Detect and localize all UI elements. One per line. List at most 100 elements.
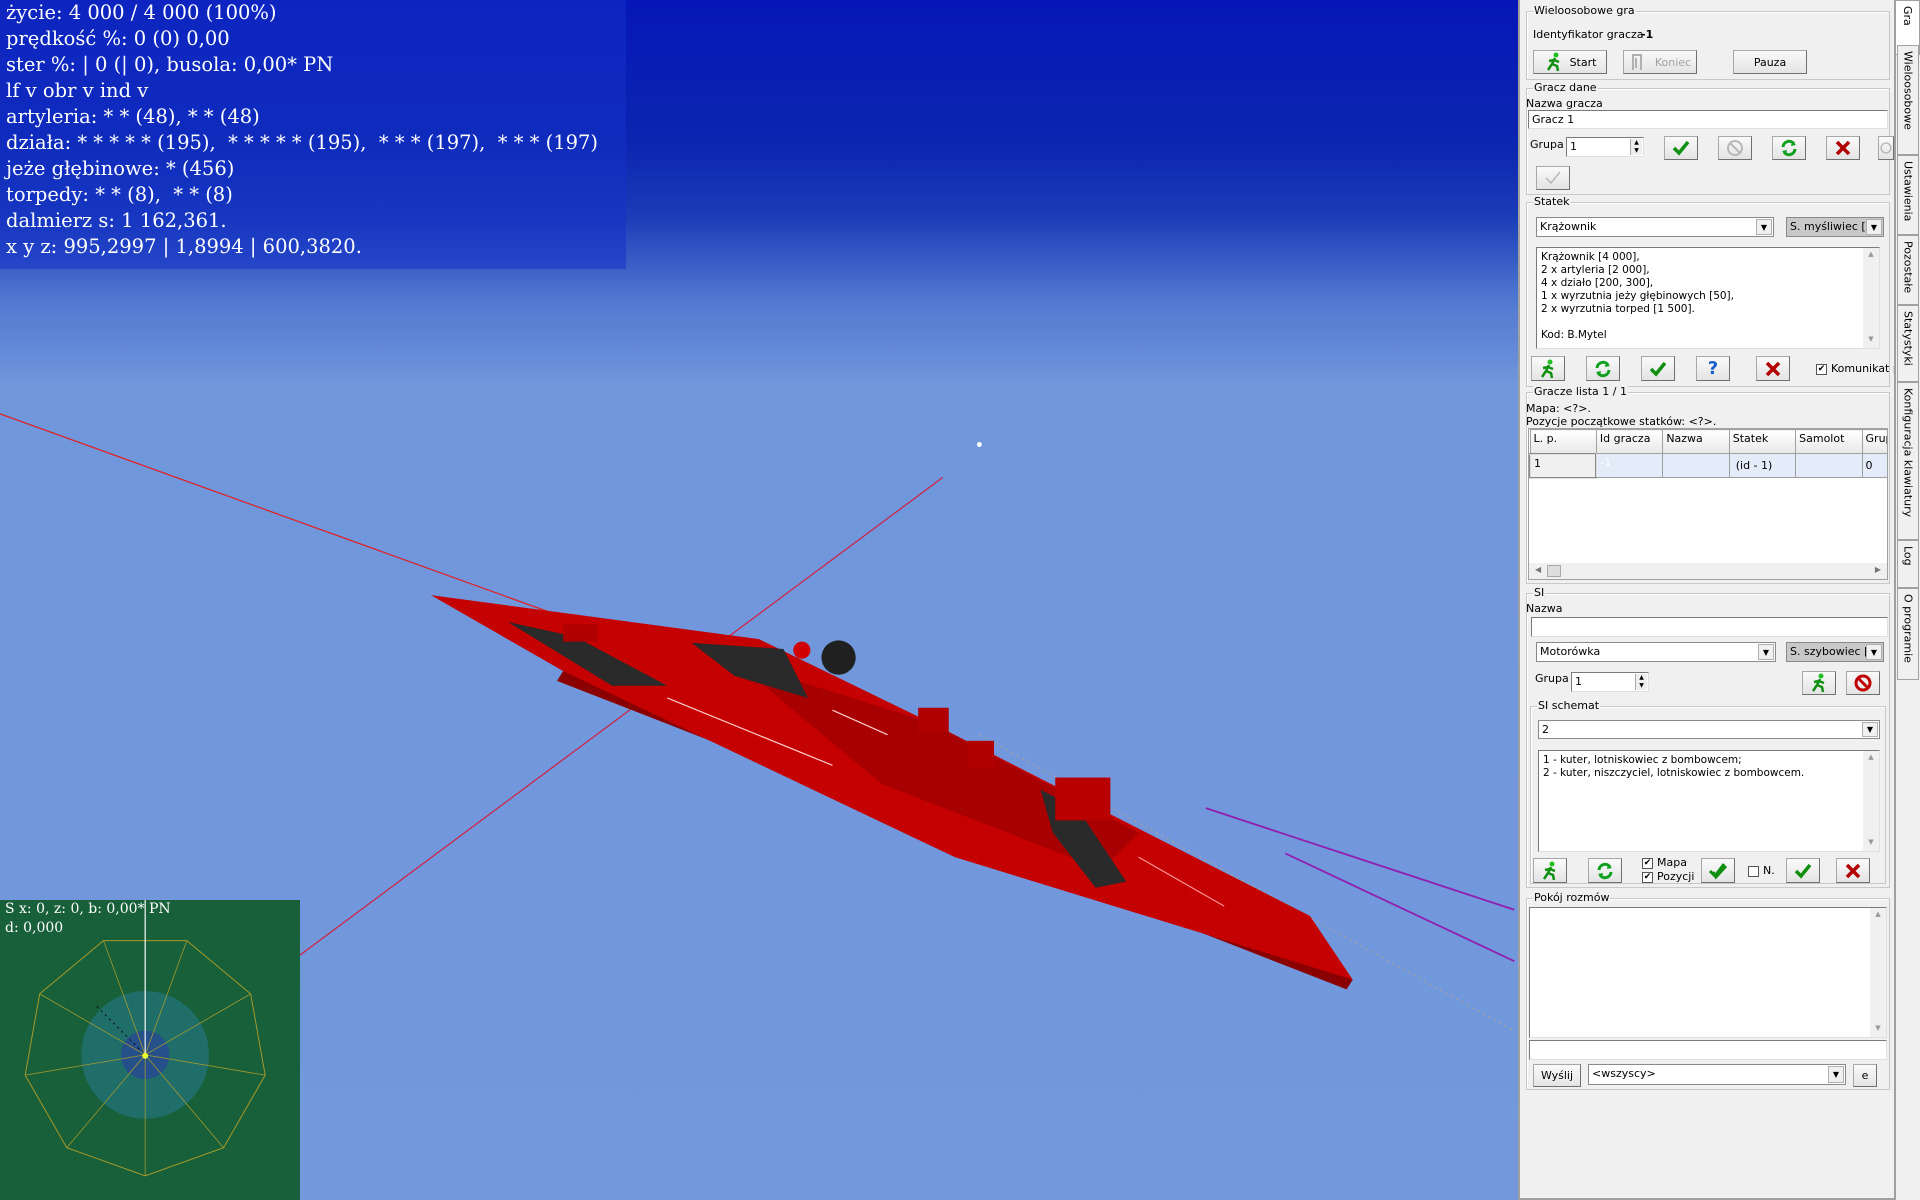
- ship-help-button[interactable]: ?: [1696, 356, 1730, 381]
- 3d-viewport[interactable]: życie: 4 000 / 4 000 (100%) prędkość %: …: [0, 0, 1518, 1200]
- table-cell: [1795, 453, 1863, 478]
- chevron-down-icon: ▼: [1828, 1066, 1844, 1083]
- vertical-scrollbar[interactable]: ▲ ▼: [1870, 908, 1886, 1037]
- recipient-select[interactable]: <wszyscy> ▼: [1588, 1064, 1846, 1085]
- horizontal-scrollbar[interactable]: ◀ ▶: [1529, 563, 1887, 579]
- ship-select[interactable]: Krążownik ▼: [1536, 217, 1774, 237]
- ai-block-button[interactable]: [1846, 671, 1880, 695]
- hud-artillery: artyleria: * * (48), * * (48): [6, 105, 260, 128]
- hud-rudder: ster %: | 0 (| 0), busola: 0,00* PN: [6, 53, 334, 76]
- refresh-button[interactable]: [1772, 136, 1806, 160]
- ship-select-value: Krążownik: [1540, 220, 1597, 233]
- players-table[interactable]: L. p. Id gracza Nazwa Statek Samolot Gru…: [1528, 428, 1888, 580]
- confirm-button[interactable]: [1664, 136, 1698, 160]
- tab-statistics[interactable]: Statystyki: [1897, 305, 1919, 382]
- message-checkbox[interactable]: ✔ Komunikat po: [1816, 362, 1894, 375]
- ai-plane-select[interactable]: S. szybowiec [sa ▼: [1786, 642, 1884, 662]
- checkbox-checked-icon: ✔: [1816, 363, 1827, 375]
- pause-button[interactable]: Pauza: [1733, 50, 1807, 74]
- chat-input[interactable]: [1529, 1040, 1887, 1060]
- ai-scheme-refresh-button[interactable]: [1588, 858, 1622, 883]
- ai-scheme-start-button[interactable]: [1533, 858, 1567, 883]
- disabled-block-button[interactable]: [1718, 136, 1752, 160]
- tab-log[interactable]: Log: [1897, 540, 1919, 588]
- ai-group-spinner[interactable]: 1 ▲ ▼: [1571, 672, 1649, 692]
- column-header[interactable]: Grupa: [1861, 429, 1887, 454]
- ai-scheme-select-value: 2: [1542, 723, 1549, 736]
- n-checkbox-label: N.: [1763, 864, 1775, 877]
- message-checkbox-label: Komunikat po: [1831, 362, 1894, 375]
- hud-flags: lf v obr v ind v: [6, 79, 149, 102]
- ai-scheme-description[interactable]: 1 - kuter, lotniskowiec z bombowcem; 2 -…: [1538, 750, 1880, 852]
- ai-scheme-select[interactable]: 2 ▼: [1538, 720, 1880, 739]
- start-label: Start: [1569, 55, 1597, 69]
- group-legend: SI: [1533, 586, 1546, 599]
- ai-name-input[interactable]: [1531, 617, 1888, 637]
- tab-multiplayer[interactable]: Wieloosobowe: [1897, 45, 1919, 155]
- question-icon: ?: [1707, 358, 1719, 379]
- tab-other[interactable]: Pozostałe: [1897, 235, 1919, 305]
- control-panel: Wieloosobowe gra Identyfikator gracza -1…: [1518, 0, 1896, 1200]
- ship-model: [430, 595, 1353, 990]
- hud-guns: działa: * * * * * (195), * * * * * (195)…: [6, 131, 599, 154]
- positions-checkbox[interactable]: ✔ Pozycji: [1642, 870, 1694, 883]
- ship-start-button[interactable]: [1531, 356, 1565, 381]
- tab-keyboard-config[interactable]: Konfiguracja klawiatury: [1897, 382, 1919, 540]
- column-header[interactable]: Samolot: [1795, 429, 1863, 454]
- group-legend: SI schemat: [1537, 699, 1601, 712]
- disabled-block-button-2[interactable]: [1878, 136, 1894, 160]
- end-button[interactable]: Koniec: [1623, 50, 1697, 74]
- chat-messages[interactable]: ▲ ▼: [1529, 907, 1887, 1038]
- vertical-scrollbar[interactable]: ▲ ▼: [1863, 248, 1879, 348]
- scrollbar-thumb[interactable]: [1547, 565, 1561, 577]
- column-header[interactable]: L. p.: [1529, 429, 1597, 454]
- ship-confirm-button[interactable]: [1641, 356, 1675, 381]
- refresh-icon: [1595, 360, 1611, 377]
- exit-door-icon: [1631, 54, 1642, 70]
- column-header[interactable]: Nazwa: [1662, 429, 1730, 454]
- delete-button[interactable]: [1826, 136, 1860, 160]
- vertical-scrollbar[interactable]: ▲ ▼: [1863, 751, 1879, 851]
- group-legend: Statek: [1533, 195, 1571, 208]
- disabled-circle-icon: [1727, 140, 1743, 156]
- end-label: Koniec: [1654, 55, 1692, 69]
- radar-graphics: [24, 900, 266, 1177]
- ai-scheme-delete-button[interactable]: [1836, 858, 1870, 883]
- hud-speed: prędkość %: 0 (0) 0,00: [6, 27, 230, 50]
- ai-scheme-confirm-button[interactable]: [1786, 858, 1820, 883]
- plane-select[interactable]: S. myśliwiec [sa ▼: [1786, 217, 1884, 237]
- group-spinner[interactable]: 1 ▲ ▼: [1566, 137, 1644, 157]
- table-row[interactable]: 1 -1 (id - 1) 0: [1529, 452, 1887, 479]
- spinner-arrows-icon[interactable]: ▲ ▼: [1630, 139, 1642, 155]
- ship-delete-button[interactable]: [1756, 356, 1790, 381]
- spinner-arrows-icon[interactable]: ▲ ▼: [1635, 674, 1647, 690]
- positions-checkbox-label: Pozycji: [1657, 870, 1694, 883]
- double-check-icon: [1708, 862, 1728, 880]
- running-man-icon: [1546, 52, 1560, 72]
- column-header[interactable]: Statek: [1728, 429, 1797, 454]
- table-cell: -1: [1595, 453, 1664, 478]
- minimap[interactable]: S x: 0, z: 0, b: 0,00* PN d: 0,000: [0, 900, 300, 1200]
- tab-settings[interactable]: Ustawienia: [1897, 155, 1919, 235]
- check-icon: [1649, 361, 1667, 377]
- disabled-accept-button[interactable]: [1536, 166, 1570, 190]
- ai-scheme-apply-all-button[interactable]: [1701, 858, 1735, 883]
- ai-ship-select[interactable]: Motorówka ▼: [1536, 642, 1776, 662]
- hud-depth-charges: jeże głębinowe: * (456): [6, 157, 235, 180]
- e-button[interactable]: e: [1853, 1064, 1877, 1087]
- n-checkbox[interactable]: N.: [1748, 864, 1775, 877]
- tab-about[interactable]: O programie: [1897, 588, 1919, 680]
- ship-refresh-button[interactable]: [1586, 356, 1620, 381]
- send-button[interactable]: Wyślij: [1533, 1064, 1581, 1087]
- column-header[interactable]: Id gracza: [1595, 429, 1664, 454]
- pause-label: Pauza: [1753, 55, 1787, 69]
- hud-torpedoes: torpedy: * * (8), * * (8): [6, 183, 233, 206]
- chevron-down-icon: ▼: [1756, 219, 1772, 235]
- ship-description[interactable]: Krążownik [4 000], 2 x artyleria [2 000]…: [1536, 247, 1880, 349]
- player-name-input[interactable]: Gracz 1: [1528, 110, 1888, 129]
- tab-strip: Gra Wieloosobowe Ustawienia Pozostałe St…: [1896, 0, 1920, 1200]
- ai-add-button[interactable]: [1802, 671, 1836, 695]
- map-checkbox[interactable]: ✔ Mapa: [1642, 856, 1687, 869]
- start-button[interactable]: Start: [1533, 50, 1607, 74]
- map-checkbox-label: Mapa: [1657, 856, 1687, 869]
